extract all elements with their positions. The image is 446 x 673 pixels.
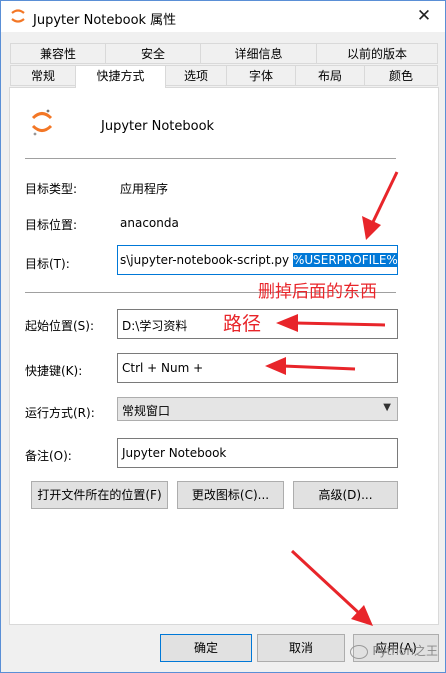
wechat-icon [350, 644, 369, 659]
open-file-location-button[interactable]: 打开文件所在的位置(F) [31, 481, 168, 509]
divider [25, 158, 396, 159]
run-value: 常规窗口 [122, 404, 171, 418]
tab-security[interactable]: 安全 [105, 43, 201, 64]
tab-colors[interactable]: 颜色 [364, 65, 438, 86]
cancel-button[interactable]: 取消 [257, 634, 345, 662]
app-name: Jupyter Notebook [101, 119, 215, 134]
target-input[interactable]: s\jupyter-notebook-script.py %USERPROFIL… [117, 245, 398, 275]
ok-button[interactable]: 确定 [160, 634, 252, 662]
watermark-text: Python之王 [372, 644, 438, 658]
target-location-value: anaconda [120, 216, 179, 230]
comment-label: 备注(O): [25, 449, 72, 463]
hotkey-input[interactable]: Ctrl + Num + [117, 353, 398, 383]
target-location-label: 目标位置: [25, 218, 78, 232]
watermark: Python之王 [350, 642, 438, 659]
title-bar: Jupyter Notebook 属性 ✕ [1, 1, 445, 32]
chevron-down-icon: ▼ [383, 402, 391, 413]
jupyter-logo-icon [31, 109, 53, 136]
window-title: Jupyter Notebook 属性 [33, 13, 177, 28]
start-in-label: 起始位置(S): [25, 319, 95, 333]
comment-input[interactable]: Jupyter Notebook [117, 438, 398, 468]
target-selected-text: %USERPROFILE% [292, 253, 398, 267]
jupyter-app-icon [11, 9, 25, 23]
tab-layout[interactable]: 布局 [295, 65, 365, 86]
tab-previous-versions[interactable]: 以前的版本 [316, 43, 438, 64]
target-text: s\jupyter-notebook-script.py [120, 253, 293, 267]
path-note-annotation: 路径 [223, 313, 262, 335]
tab-font[interactable]: 字体 [226, 65, 296, 86]
target-label: 目标(T): [25, 257, 70, 271]
hotkey-label: 快捷键(K): [25, 364, 83, 378]
target-type-label: 目标类型: [25, 182, 78, 196]
tab-shortcut[interactable]: 快捷方式 [75, 65, 166, 88]
advanced-button[interactable]: 高级(D)... [293, 481, 398, 509]
tab-details[interactable]: 详细信息 [200, 43, 317, 64]
target-type-value: 应用程序 [120, 182, 169, 196]
properties-window: Jupyter Notebook 属性 ✕ 兼容性 安全 详细信息 以前的版本 … [0, 0, 446, 673]
run-select[interactable]: 常规窗口 ▼ [117, 397, 398, 421]
tab-compatibility[interactable]: 兼容性 [10, 43, 106, 64]
run-label: 运行方式(R): [25, 406, 95, 420]
close-button[interactable]: ✕ [412, 5, 436, 27]
tab-options[interactable]: 选项 [165, 65, 227, 86]
tab-general[interactable]: 常规 [10, 65, 76, 86]
delete-note-annotation: 删掉后面的东西 [258, 282, 377, 302]
change-icon-button[interactable]: 更改图标(C)... [177, 481, 284, 509]
